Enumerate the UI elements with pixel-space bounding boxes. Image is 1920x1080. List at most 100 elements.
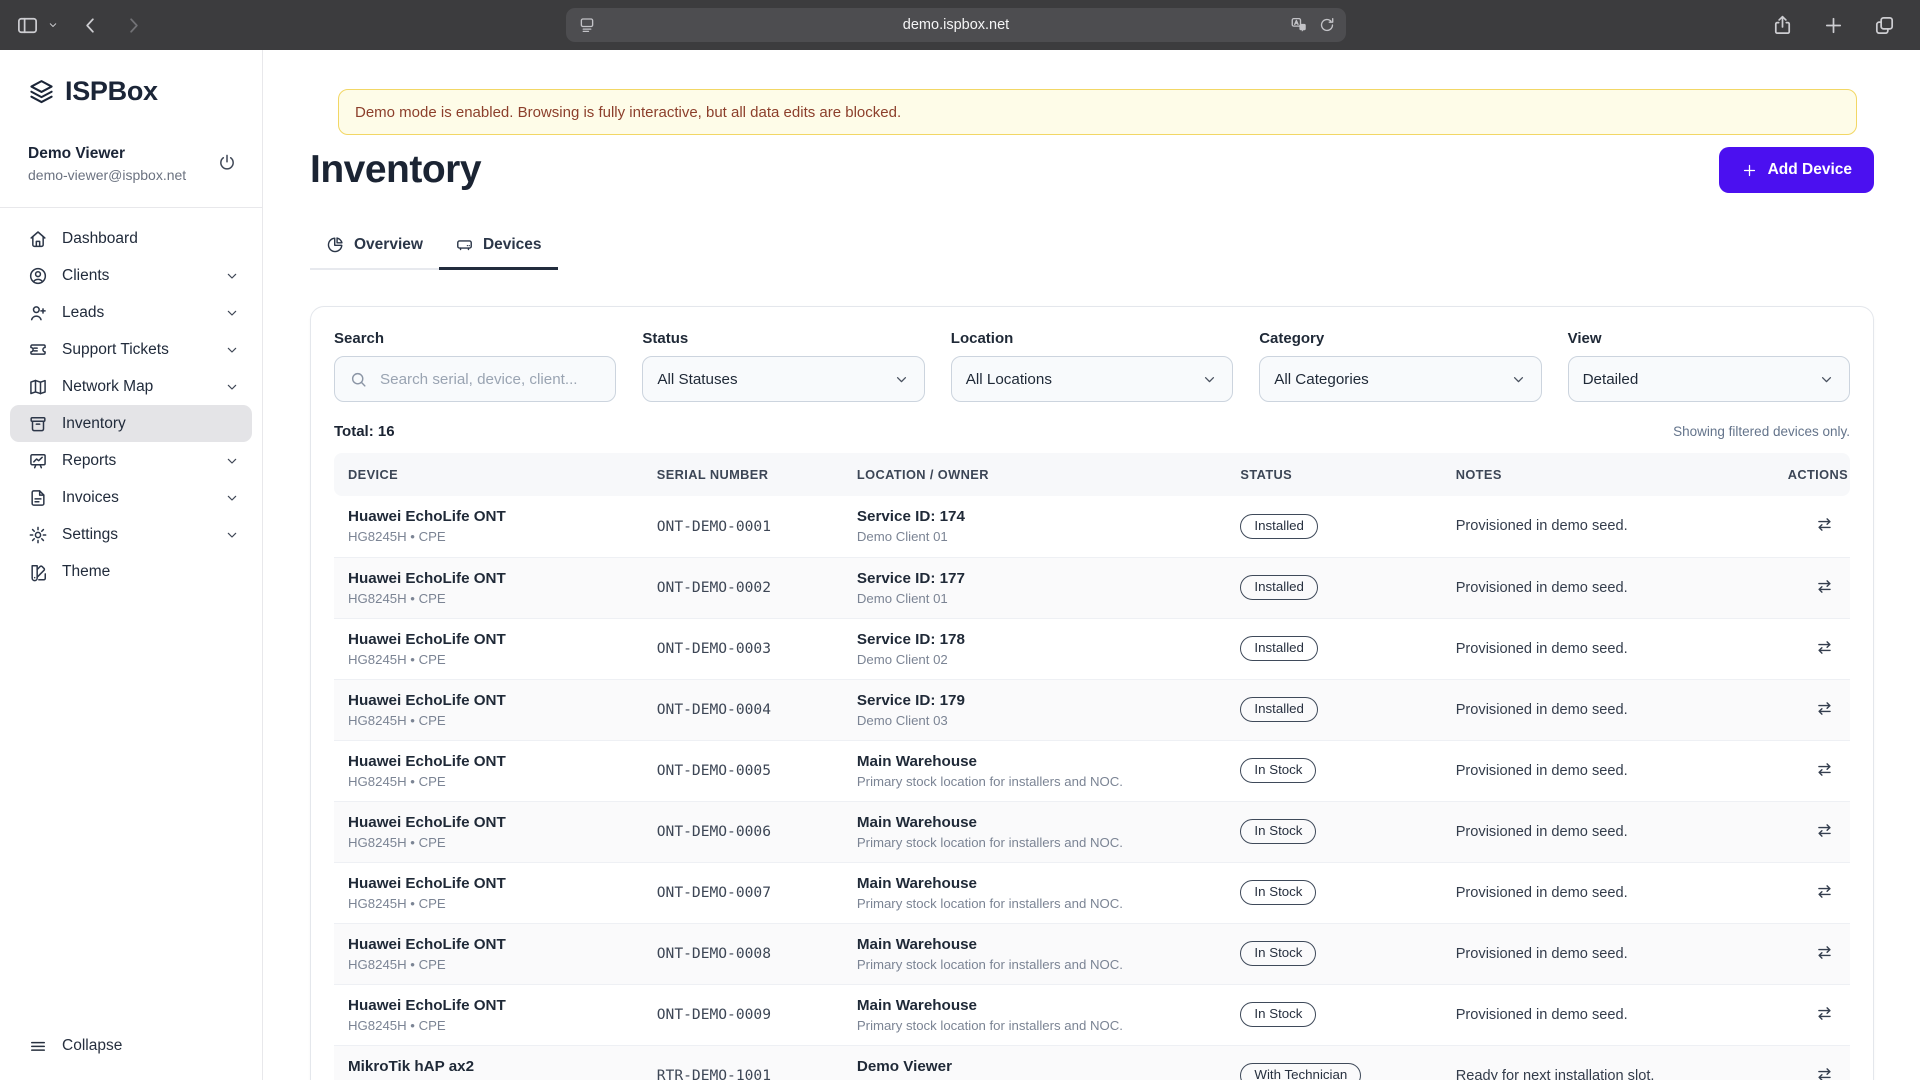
sidebar-item-support-tickets[interactable]: Support Tickets	[10, 331, 252, 368]
map-icon	[28, 377, 48, 397]
back-icon[interactable]	[79, 14, 102, 37]
status-badge: In Stock	[1240, 941, 1317, 966]
sidebar: ISPBox Demo Viewer demo-viewer@ispbox.ne…	[0, 50, 263, 1080]
location-cell: Main Warehouse Primary stock location for…	[844, 922, 1229, 984]
forward-icon[interactable]	[122, 14, 145, 37]
tab-overview[interactable]: Overview	[310, 235, 439, 270]
select-value: All Statuses	[657, 370, 738, 388]
table-header-row: DEVICE SERIAL NUMBER LOCATION / OWNER STATU…	[334, 453, 1850, 496]
select-value: Detailed	[1582, 370, 1639, 388]
tab-overview-icon[interactable]	[1873, 14, 1896, 37]
sidebar-toggle-icon[interactable]	[16, 14, 39, 37]
collapse-sidebar-button[interactable]: Collapse	[10, 1026, 252, 1066]
column-header-device: DEVICE	[334, 453, 645, 496]
translate-icon[interactable]	[1290, 16, 1308, 34]
chevron-down-icon	[224, 490, 240, 506]
table-row: Huawei EchoLife ONT HG8245H • CPE ONT-DEM…	[334, 800, 1850, 862]
chevron-down-icon	[224, 379, 240, 395]
sidebar-item-label: Network Map	[62, 377, 154, 395]
location-select[interactable]: All Locations	[950, 356, 1234, 402]
reader-icon[interactable]	[578, 16, 596, 34]
status-badge: With Technician	[1240, 1063, 1362, 1080]
chevron-down-icon	[1818, 371, 1835, 388]
status-cell: In Stock	[1228, 861, 1444, 923]
column-header-status: STATUS	[1228, 453, 1444, 496]
sidebar-item-network-map[interactable]: Network Map	[10, 368, 252, 405]
search-input[interactable]	[378, 369, 602, 389]
notes-cell: Provisioned in demo seed.	[1443, 983, 1776, 1045]
swatch-icon	[28, 562, 48, 582]
transfer-device-button[interactable]	[1813, 880, 1836, 906]
sidebar-item-label: Support Tickets	[62, 340, 169, 358]
sidebar-item-label: Theme	[62, 562, 111, 580]
table-row: Huawei EchoLife ONT HG8245H • CPE ONT-DEM…	[334, 496, 1850, 557]
status-cell: Installed	[1228, 678, 1444, 740]
sidebar-item-label: Clients	[62, 266, 110, 284]
transfer-device-button[interactable]	[1813, 1063, 1836, 1080]
new-tab-icon[interactable]	[1822, 14, 1845, 37]
transfer-device-button[interactable]	[1813, 941, 1836, 967]
filter-label: View	[1567, 330, 1602, 347]
sidebar-item-invoices[interactable]: Invoices	[10, 479, 252, 516]
status-cell: In Stock	[1228, 739, 1444, 801]
device-cell: MikroTik hAP ax2C52iG-5HaxD2HaxD • Route…	[334, 1044, 645, 1080]
notes-cell: Provisioned in demo seed.	[1443, 739, 1776, 801]
toolbar-chevron-down-icon[interactable]	[47, 19, 59, 31]
tab-devices[interactable]: Devices	[438, 235, 558, 270]
transfer-icon	[1815, 699, 1834, 718]
url-text: demo.ispbox.net	[902, 17, 1010, 33]
notes-cell: Provisioned in demo seed.	[1443, 556, 1776, 618]
chevron-down-icon	[893, 371, 910, 388]
view-select[interactable]: Detailed	[1567, 356, 1850, 402]
share-icon[interactable]	[1771, 14, 1794, 37]
transfer-device-button[interactable]	[1813, 697, 1836, 723]
table-row: Huawei EchoLife ONT HG8245H • CPE ONT-DEM…	[334, 678, 1850, 740]
sidebar-item-label: Dashboard	[62, 229, 138, 247]
location-filter: Location All Locations	[950, 330, 1234, 402]
pie-icon	[326, 235, 345, 254]
plus-icon	[1741, 162, 1758, 179]
actions-cell	[1776, 496, 1850, 557]
reload-icon[interactable]	[1318, 16, 1336, 34]
status-badge: Installed	[1240, 697, 1318, 722]
sidebar-item-label: Leads	[62, 303, 105, 321]
gear-icon	[28, 525, 48, 545]
sidebar-item-settings[interactable]: Settings	[10, 516, 252, 553]
transfer-device-button[interactable]	[1813, 575, 1836, 601]
serial-cell: ONT-DEMO-0003	[644, 617, 845, 679]
sidebar-item-inventory[interactable]: Inventory	[10, 405, 252, 442]
transfer-device-button[interactable]	[1813, 636, 1836, 662]
total-count: Total: 16	[334, 423, 395, 440]
transfer-device-button[interactable]	[1813, 758, 1836, 784]
chevron-down-icon	[1201, 371, 1218, 388]
archive-icon	[28, 414, 48, 434]
chevron-down-icon	[224, 453, 240, 469]
sidebar-item-reports[interactable]: Reports	[10, 442, 252, 479]
transfer-icon	[1815, 577, 1834, 596]
transfer-device-button[interactable]	[1813, 819, 1836, 845]
status-select[interactable]: All Statuses	[642, 356, 925, 402]
sidebar-item-leads[interactable]: Leads	[10, 294, 252, 331]
demo-mode-banner: Demo mode is enabled. Browsing is fully …	[338, 89, 1857, 135]
home-icon	[28, 229, 48, 249]
sidebar-item-dashboard[interactable]: Dashboard	[10, 220, 252, 257]
tab-label: Overview	[354, 235, 423, 253]
sidebar-item-theme[interactable]: Theme	[10, 553, 252, 590]
device-cell: Huawei EchoLife ONT HG8245H • CPE	[348, 508, 506, 545]
transfer-device-button[interactable]	[1813, 513, 1836, 539]
actions-cell	[1775, 678, 1850, 740]
document-icon	[28, 488, 48, 508]
address-bar[interactable]: demo.ispbox.net	[566, 8, 1346, 42]
serial-cell: RTR-DEMO-1001	[644, 1044, 845, 1080]
location-cell: Service ID: 174 Demo Client 01	[856, 508, 965, 545]
add-device-button[interactable]: Add Device	[1718, 147, 1874, 193]
sidebar-item-clients[interactable]: Clients	[10, 257, 252, 294]
table-row: MikroTik hAP ax2C52iG-5HaxD2HaxD • Route…	[334, 1044, 1850, 1080]
transfer-device-button[interactable]	[1813, 1002, 1836, 1028]
logout-button[interactable]	[210, 147, 244, 181]
status-cell: Installed	[1228, 617, 1444, 679]
serial-cell: ONT-DEMO-0004	[644, 678, 845, 740]
category-filter: Category All Categories	[1259, 330, 1542, 402]
category-select[interactable]: All Categories	[1259, 356, 1542, 402]
user-plus-icon	[28, 303, 48, 323]
